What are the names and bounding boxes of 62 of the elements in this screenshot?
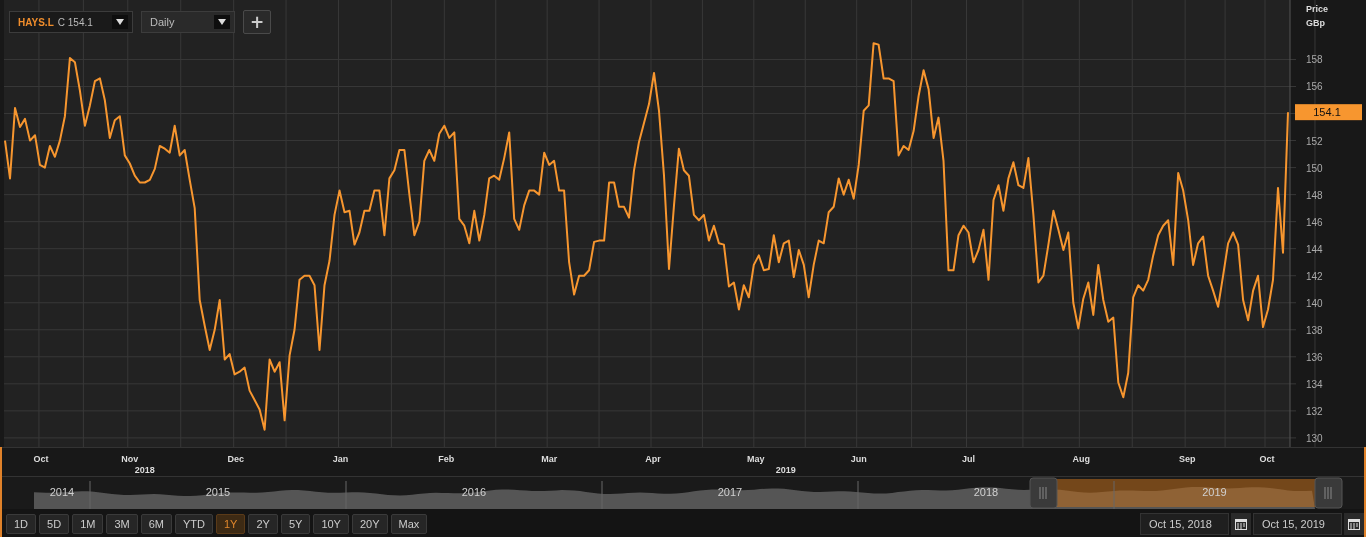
range-button[interactable]: YTD	[174, 514, 213, 534]
axis-tick-label: 136	[1306, 351, 1323, 363]
add-button[interactable]: +	[243, 10, 271, 34]
axis-tick-label: 150	[1306, 162, 1323, 174]
axis-tick-label: 146	[1306, 216, 1323, 228]
axis-tick-label: Jan	[332, 454, 349, 464]
axis-tick-label: 156	[1306, 81, 1323, 93]
axis-tick-label: Sep	[1178, 454, 1196, 464]
date-field[interactable]: Oct 15, 2019	[1253, 513, 1342, 535]
year-label: 2018	[973, 486, 999, 498]
axis-tick-label: 132	[1306, 405, 1323, 417]
axis-tick-label: Aug	[1072, 454, 1091, 464]
year-label: 2014	[49, 486, 75, 498]
axis-tick-label: 140	[1306, 297, 1323, 309]
range-button[interactable]: 10Y	[313, 514, 349, 534]
axis-tick-label: 134	[1306, 378, 1323, 390]
symbol-label: HAYS.L	[18, 16, 54, 28]
range-handle[interactable]	[1314, 477, 1343, 509]
axis-tick-label: Oct	[1259, 454, 1275, 464]
range-button[interactable]: 20Y	[351, 514, 388, 534]
axis-tick-label: 158	[1306, 54, 1323, 66]
axis-unit: GBp	[1306, 18, 1325, 28]
axis-tick-label: May	[747, 454, 765, 464]
range-button[interactable]: 6M	[140, 514, 172, 534]
axis-tick-label: Dec	[227, 454, 244, 464]
calendar-icon[interactable]	[1344, 513, 1364, 535]
range-button[interactable]: 1D	[6, 514, 37, 534]
axis-tick-label: Apr	[645, 454, 661, 464]
quote-label: C 154.1	[57, 16, 94, 28]
range-button[interactable]: 1M	[72, 514, 104, 534]
last-price-badge: 154.1	[1295, 104, 1362, 121]
range-button[interactable]: 5D	[39, 514, 70, 534]
range-button[interactable]: 1Y	[215, 514, 246, 534]
year-label: 2019	[775, 465, 796, 475]
axis-tick-label: Nov	[121, 454, 139, 464]
axis-title: Price	[1306, 4, 1329, 14]
range-button[interactable]: 2Y	[248, 514, 278, 534]
axis-tick-label: 130	[1306, 432, 1323, 444]
axis-tick-label: 148	[1306, 189, 1323, 201]
axis-tick-label: Jul	[962, 454, 975, 464]
year-label: 2015	[205, 486, 231, 498]
range-handle[interactable]	[1029, 477, 1058, 509]
axis-tick-label: 138	[1306, 324, 1323, 336]
symbol-dropdown[interactable]: HAYS.L C 154.1	[9, 11, 133, 33]
axis-tick-label: Oct	[33, 454, 49, 464]
axis-tick-label: 152	[1306, 135, 1323, 147]
year-label: 2018	[134, 465, 155, 475]
year-label: 2017	[717, 486, 743, 498]
range-button[interactable]: 3M	[106, 514, 138, 534]
calendar-icon[interactable]	[1231, 513, 1251, 535]
axis-tick-label: Jun	[850, 454, 867, 464]
interval-dropdown[interactable]: Daily	[141, 11, 235, 33]
axis-tick-label: Mar	[541, 454, 558, 464]
date-field[interactable]: Oct 15, 2018	[1140, 513, 1229, 535]
year-label: 2019	[1202, 486, 1227, 498]
axis-tick-label: 142	[1306, 270, 1323, 282]
year-label: 2016	[461, 486, 487, 498]
range-button[interactable]: 5Y	[280, 514, 311, 534]
interval-label: Daily	[150, 16, 176, 28]
range-button[interactable]: Max	[390, 514, 428, 534]
axis-tick-label: 144	[1306, 243, 1323, 255]
axis-tick-label: Feb	[438, 454, 455, 464]
